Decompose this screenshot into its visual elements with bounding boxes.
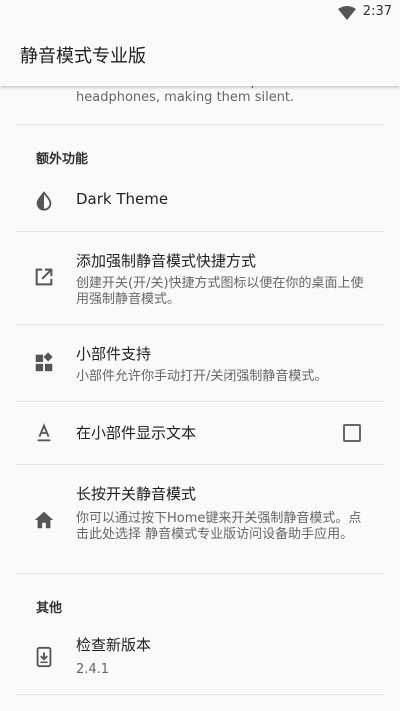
wifi-icon	[338, 5, 356, 20]
section-header-other: 其他	[36, 601, 63, 616]
contrast-icon	[33, 190, 55, 212]
divider	[16, 124, 384, 125]
pref-title: 在小部件显示文本	[76, 424, 197, 442]
system-update-icon	[33, 646, 55, 668]
pref-widget-support[interactable]: 小部件支持 小部件允许你手动打开/关闭强制静音模式。	[0, 325, 400, 401]
pref-summary: 2.4.1	[76, 662, 110, 677]
pref-dark-theme[interactable]: Dark Theme	[0, 178, 400, 218]
section-header-extra: 额外功能	[36, 152, 89, 167]
status-bar: 2:37	[0, 0, 400, 24]
pref-title: Dark Theme	[76, 190, 169, 208]
pref-summary: 你可以通过按下Home键来开关强制静音模式。点击此处选择 静音模式专业版访问设备…	[76, 511, 362, 542]
divider	[16, 573, 384, 574]
text-format-icon	[33, 422, 55, 444]
pref-check-update[interactable]: 检查新版本 2.4.1	[0, 622, 400, 694]
pref-summary: 小部件允许你手动打开/关闭强制静音模式。	[76, 369, 328, 384]
pref-title: 长按开关静音模式	[76, 485, 197, 503]
widget-text-checkbox[interactable]	[343, 424, 361, 442]
pref-long-press-home[interactable]: 长按开关静音模式 你可以通过按下Home键来开关强制静音模式。点击此处选择 静音…	[0, 465, 400, 573]
status-time: 2:37	[362, 4, 392, 19]
pref-widget-text[interactable]: 在小部件显示文本	[0, 402, 400, 464]
open-in-new-icon	[33, 266, 55, 288]
pref-title: 添加强制静音模式快捷方式	[76, 252, 257, 270]
page-title: 静音模式专业版	[20, 46, 146, 67]
preferences-list[interactable]: Forces all sounds to be output to the he…	[0, 86, 400, 711]
pref-title: 检查新版本	[76, 636, 152, 654]
previous-item-summary: Forces all sounds to be output to the he…	[76, 86, 315, 105]
pref-title: 小部件支持	[76, 345, 152, 363]
home-icon	[33, 509, 55, 531]
pref-summary: 创建开关(开/关)快捷方式图标以便在你的桌面上使用强制静音模式。	[76, 276, 364, 307]
pref-add-shortcut[interactable]: 添加强制静音模式快捷方式 创建开关(开/关)快捷方式图标以便在你的桌面上使用强制…	[0, 232, 400, 324]
divider	[16, 694, 384, 695]
widgets-icon	[33, 351, 55, 373]
app-bar: 静音模式专业版	[0, 24, 400, 86]
